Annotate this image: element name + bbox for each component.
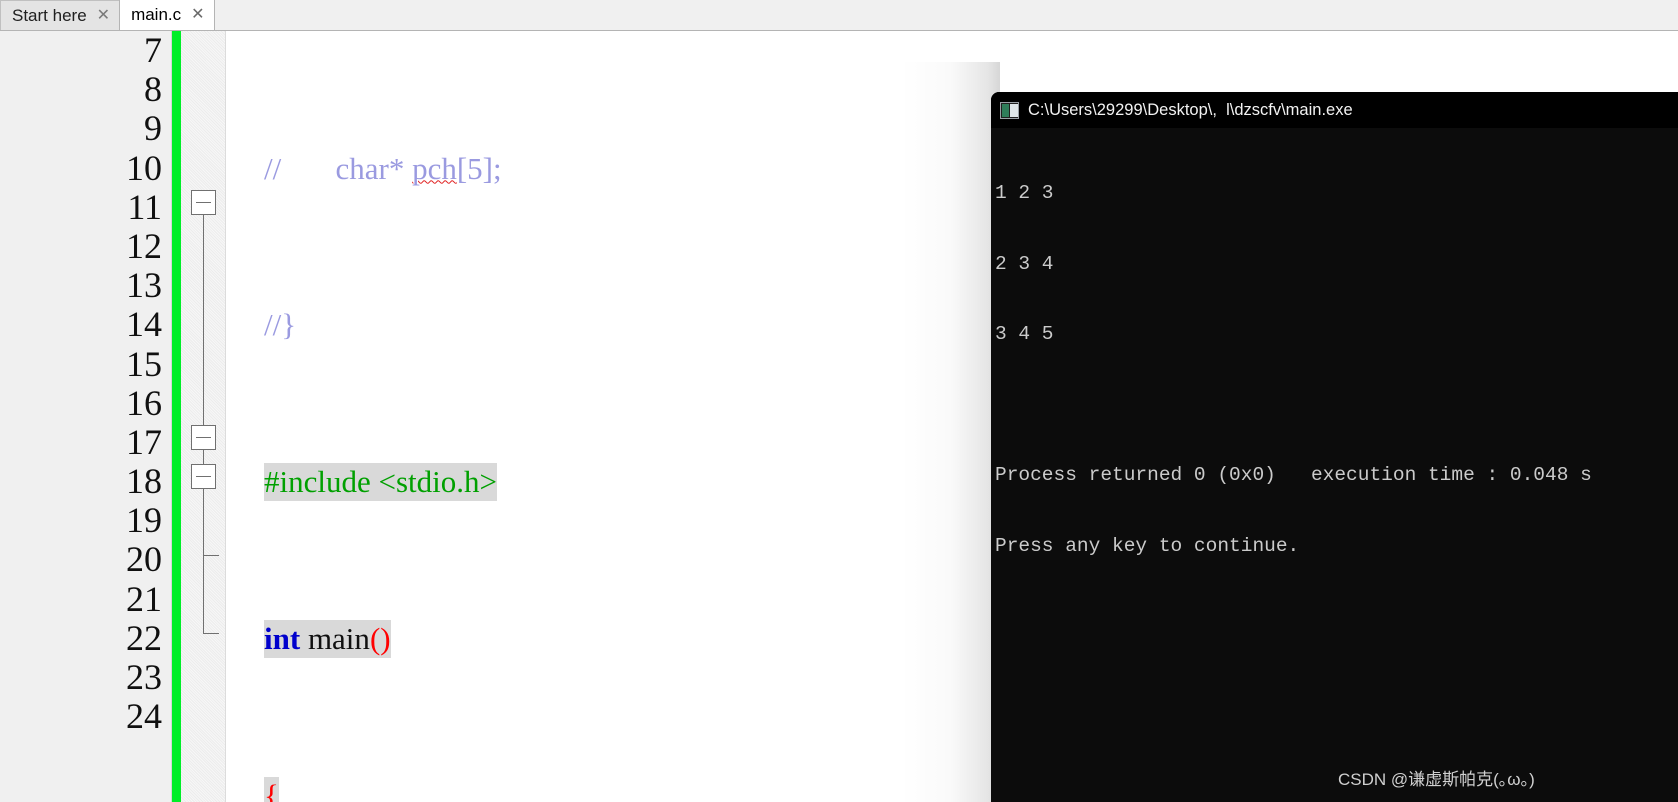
- line-number: 7: [144, 31, 162, 70]
- code-line-10[interactable]: int main(): [226, 619, 646, 658]
- line-number: 9: [144, 108, 162, 149]
- line-number: 23: [126, 657, 162, 697]
- code-line-11[interactable]: {: [226, 776, 646, 802]
- line-number: 8: [144, 69, 162, 110]
- console-output-line: 3 4 5: [995, 323, 1054, 345]
- code-line-9[interactable]: #include <stdio.h>: [226, 462, 646, 502]
- code-line-7[interactable]: // char* pch[5];: [226, 149, 646, 188]
- console-output-line: Process returned 0 (0x0) execution time …: [995, 464, 1592, 486]
- line-number: 14: [126, 304, 162, 345]
- line-number: 18: [126, 461, 162, 502]
- console-output: 1 2 3 2 3 4 3 4 5 Process returned 0 (0x…: [991, 128, 1678, 605]
- editor-tab-bar: Start here ✕ main.c ✕: [0, 0, 1678, 31]
- tab-label: main.c: [131, 5, 182, 24]
- line-number: 19: [126, 500, 162, 541]
- line-number-list: 7 8 9 10 11 12 13 14 15 16 17 18 19 20 2…: [126, 31, 162, 736]
- line-number: 16: [126, 382, 162, 423]
- line-number: 10: [126, 147, 162, 188]
- csdn-watermark: CSDN @谦虚斯帕克(｡ω｡): [1338, 770, 1535, 789]
- code-line-8[interactable]: //}: [226, 305, 646, 344]
- line-number: 17: [126, 421, 162, 462]
- line-number: 13: [126, 265, 162, 306]
- console-title: C:\Users\29299\Desktop\, l\dzscfv\main.e…: [1028, 100, 1353, 119]
- fold-toggle-line-18[interactable]: [191, 464, 216, 489]
- console-output-line: 2 3 4: [995, 252, 1054, 275]
- line-number-gutter: 7 8 9 10 11 12 13 14 15 16 17 18 19 20 2…: [0, 31, 172, 802]
- line-number: 24: [126, 696, 162, 737]
- line-number: 11: [127, 186, 162, 227]
- console-window[interactable]: C:\Users\29299\Desktop\, l\dzscfv\main.e…: [991, 92, 1678, 802]
- tab-main-c[interactable]: main.c ✕: [119, 0, 215, 30]
- changed-lines-bar: [172, 31, 181, 802]
- line-number: 12: [126, 225, 162, 266]
- code-folding-column[interactable]: [181, 31, 226, 802]
- fold-toggle-line-17[interactable]: [191, 425, 216, 450]
- line-number: 15: [126, 343, 162, 384]
- close-icon[interactable]: ✕: [191, 7, 204, 23]
- tab-label: Start here: [12, 5, 87, 25]
- line-number: 20: [126, 539, 162, 580]
- code-line-list: // char* pch[5]; //} #include <stdio.h> …: [226, 31, 646, 802]
- console-output-line: 1 2 3: [995, 182, 1054, 204]
- tab-start-here[interactable]: Start here ✕: [0, 0, 121, 30]
- line-number: 21: [126, 578, 162, 619]
- close-icon[interactable]: ✕: [97, 7, 110, 24]
- console-app-icon: [1000, 101, 1019, 119]
- fold-toggle-line-11[interactable]: [191, 190, 216, 215]
- console-output-line: Press any key to continue.: [995, 534, 1300, 557]
- application-window: Start here ✕ main.c ✕ 7 8 9 10 11 12 13 …: [0, 0, 1678, 802]
- line-number: 22: [126, 617, 162, 658]
- console-title-bar[interactable]: C:\Users\29299\Desktop\, l\dzscfv\main.e…: [991, 92, 1678, 128]
